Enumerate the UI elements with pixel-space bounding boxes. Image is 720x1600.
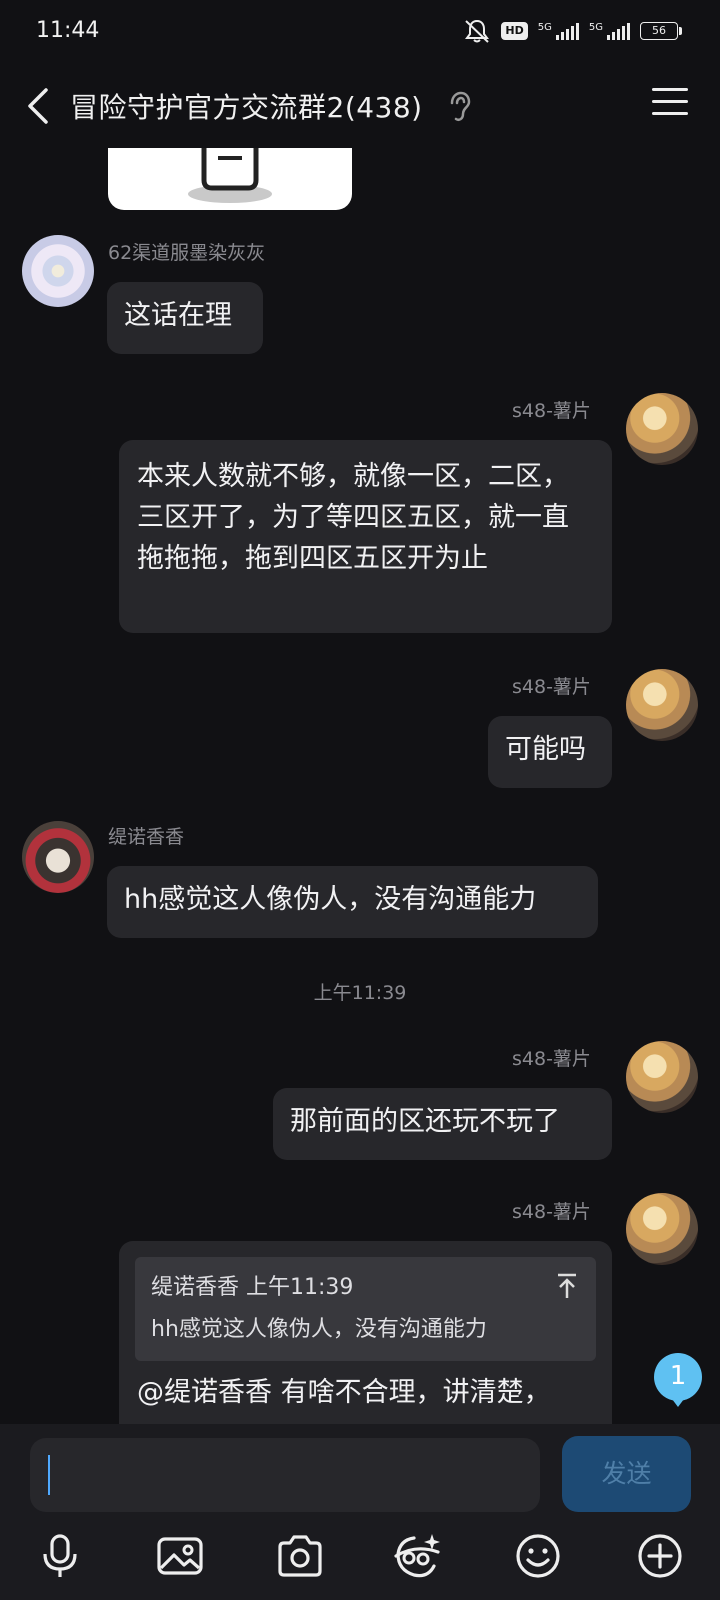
camera-icon[interactable] [274,1530,326,1582]
back-arrow-icon[interactable] [18,84,58,128]
message-list[interactable]: 62渠道服墨染灰灰 这话在理 s48-薯片 本来人数就不够，就像一区，二区，三区… [0,148,720,1424]
message-bubble[interactable]: 这话在理 [107,282,263,354]
message-bubble[interactable]: hh感觉这人像伪人，没有沟通能力 [107,866,598,938]
sticker-image [188,148,272,203]
quoted-message[interactable]: 缇诺香香 上午11:39 hh感觉这人像伪人，没有沟通能力 [135,1257,596,1361]
emoji-icon[interactable] [512,1530,564,1582]
message-input[interactable] [30,1438,540,1512]
status-icons: HD 5G 5G 56 [463,18,682,44]
avatar[interactable] [626,669,698,741]
unread-count-badge[interactable]: 1 [654,1353,702,1407]
avatar[interactable] [22,235,94,307]
message-text: @缇诺香香 有啥不合理，讲清楚， [137,1377,551,1408]
signal-icon-2: 5G [589,22,630,40]
reply-message-bubble[interactable]: 缇诺香香 上午11:39 hh感觉这人像伪人，没有沟通能力 @缇诺香香 有啥不合… [119,1241,612,1424]
status-time: 11:44 [36,18,100,43]
sender-name: s48-薯片 [512,400,591,422]
text-caret [48,1455,50,1495]
message-bubble[interactable]: 本来人数就不够，就像一区，二区，三区开了，为了等四区五区，就一直拖拖拖，拖到四区… [119,440,612,633]
bell-muted-icon [465,19,490,43]
battery-icon: 56 [640,22,682,40]
quote-text: hh感觉这人像伪人，没有沟通能力 [151,1317,487,1342]
mic-icon[interactable] [34,1530,86,1582]
jump-to-quote-icon[interactable] [556,1273,578,1299]
sender-name: s48-薯片 [512,1201,591,1223]
sender-name: 缇诺香香 [108,826,185,848]
menu-icon[interactable] [652,88,688,122]
quote-header: 缇诺香香 上午11:39 [151,1275,354,1300]
sender-name: s48-薯片 [512,676,591,698]
avatar[interactable] [22,821,94,893]
plus-icon[interactable] [634,1530,686,1582]
group-title[interactable]: 冒险守护官方交流群2(438) [70,86,423,126]
avatar[interactable] [626,393,698,465]
ear-icon[interactable] [446,90,472,124]
sender-name: s48-薯片 [512,1048,591,1070]
sticker-icon[interactable] [392,1530,444,1582]
sender-name: 62渠道服墨染灰灰 [108,242,266,264]
input-area: 发送 [0,1424,720,1600]
signal-icon-1: 5G [538,22,579,40]
message-bubble[interactable]: 那前面的区还玩不玩了 [273,1088,612,1160]
image-message[interactable] [108,148,352,210]
send-button[interactable]: 发送 [562,1436,691,1512]
message-bubble[interactable]: 可能吗 [488,716,612,788]
status-bar: 11:44 HD 5G 5G 56 [0,0,720,64]
chat-header: 冒险守护官方交流群2(438) [0,64,720,148]
input-toolbar [0,1530,720,1590]
timestamp: 上午11:39 [313,982,407,1004]
avatar[interactable] [626,1041,698,1113]
image-icon[interactable] [154,1530,206,1582]
hd-icon: HD [501,22,528,40]
avatar[interactable] [626,1193,698,1265]
